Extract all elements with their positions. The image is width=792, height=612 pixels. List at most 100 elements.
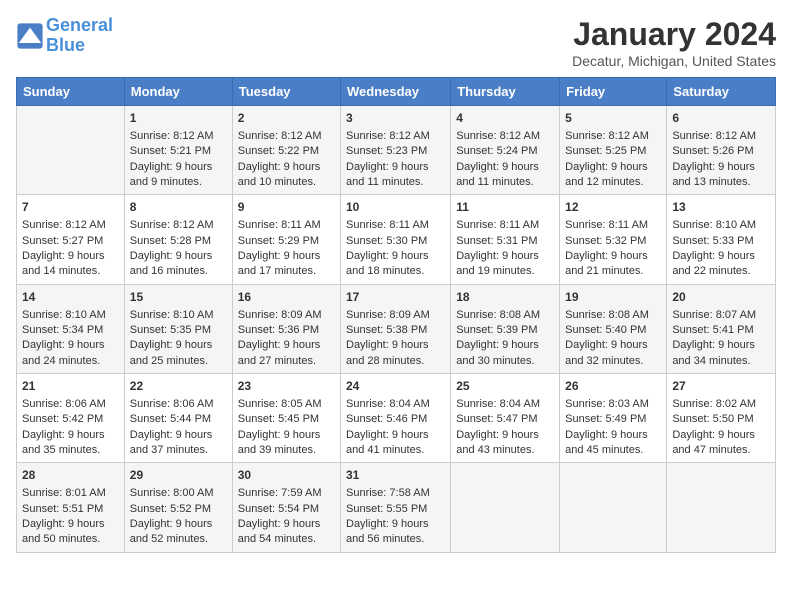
cell-text: Daylight: 9 hours [346, 160, 445, 175]
cell-text: Sunset: 5:34 PM [22, 323, 119, 338]
cell-text: Daylight: 9 hours [238, 160, 335, 175]
cell-text: Daylight: 9 hours [238, 428, 335, 443]
cell-text: Sunset: 5:28 PM [130, 234, 227, 249]
calendar-cell: 11Sunrise: 8:11 AMSunset: 5:31 PMDayligh… [451, 195, 560, 284]
cell-text: and 19 minutes. [456, 264, 554, 279]
day-of-week-header: Tuesday [232, 78, 340, 106]
cell-text: Sunset: 5:44 PM [130, 412, 227, 427]
day-of-week-header: Monday [124, 78, 232, 106]
cell-text: and 35 minutes. [22, 443, 119, 458]
page-header: General Blue January 2024 Decatur, Michi… [16, 16, 776, 69]
cell-text: Sunrise: 8:05 AM [238, 397, 335, 412]
cell-text: Sunset: 5:50 PM [672, 412, 770, 427]
cell-text: Sunset: 5:55 PM [346, 502, 445, 517]
cell-text: and 43 minutes. [456, 443, 554, 458]
day-number: 11 [456, 199, 554, 216]
cell-text: Sunset: 5:32 PM [565, 234, 661, 249]
calendar-cell: 13Sunrise: 8:10 AMSunset: 5:33 PMDayligh… [667, 195, 776, 284]
cell-text: and 14 minutes. [22, 264, 119, 279]
day-number: 22 [130, 378, 227, 395]
day-number: 13 [672, 199, 770, 216]
cell-text: Sunrise: 8:00 AM [130, 486, 227, 501]
day-number: 14 [22, 289, 119, 306]
calendar-cell [451, 463, 560, 552]
cell-text: Sunset: 5:30 PM [346, 234, 445, 249]
cell-text: Sunset: 5:36 PM [238, 323, 335, 338]
cell-text: Daylight: 9 hours [238, 338, 335, 353]
calendar-cell: 2Sunrise: 8:12 AMSunset: 5:22 PMDaylight… [232, 106, 340, 195]
calendar-cell: 8Sunrise: 8:12 AMSunset: 5:28 PMDaylight… [124, 195, 232, 284]
cell-text: and 32 minutes. [565, 354, 661, 369]
calendar-cell: 3Sunrise: 8:12 AMSunset: 5:23 PMDaylight… [341, 106, 451, 195]
logo-line2: Blue [46, 35, 85, 55]
cell-text: Daylight: 9 hours [130, 428, 227, 443]
cell-text: Daylight: 9 hours [238, 249, 335, 264]
day-number: 5 [565, 110, 661, 127]
day-number: 2 [238, 110, 335, 127]
day-of-week-header: Saturday [667, 78, 776, 106]
day-number: 23 [238, 378, 335, 395]
cell-text: and 54 minutes. [238, 532, 335, 547]
day-number: 1 [130, 110, 227, 127]
cell-text: Sunset: 5:49 PM [565, 412, 661, 427]
cell-text: Daylight: 9 hours [346, 249, 445, 264]
cell-text: Daylight: 9 hours [456, 160, 554, 175]
cell-text: and 45 minutes. [565, 443, 661, 458]
day-number: 8 [130, 199, 227, 216]
cell-text: Sunset: 5:25 PM [565, 144, 661, 159]
cell-text: Daylight: 9 hours [672, 428, 770, 443]
cell-text: Sunset: 5:54 PM [238, 502, 335, 517]
cell-text: Sunrise: 8:12 AM [238, 129, 335, 144]
calendar-cell: 30Sunrise: 7:59 AMSunset: 5:54 PMDayligh… [232, 463, 340, 552]
cell-text: Daylight: 9 hours [130, 338, 227, 353]
cell-text: Sunset: 5:24 PM [456, 144, 554, 159]
cell-text: Sunset: 5:38 PM [346, 323, 445, 338]
cell-text: Sunset: 5:52 PM [130, 502, 227, 517]
cell-text: Sunrise: 8:12 AM [22, 218, 119, 233]
cell-text: Sunset: 5:47 PM [456, 412, 554, 427]
cell-text: and 12 minutes. [565, 175, 661, 190]
day-of-week-header: Thursday [451, 78, 560, 106]
cell-text: and 24 minutes. [22, 354, 119, 369]
calendar-cell: 26Sunrise: 8:03 AMSunset: 5:49 PMDayligh… [560, 374, 667, 463]
calendar-cell: 15Sunrise: 8:10 AMSunset: 5:35 PMDayligh… [124, 284, 232, 373]
calendar-cell: 22Sunrise: 8:06 AMSunset: 5:44 PMDayligh… [124, 374, 232, 463]
page-container: General Blue January 2024 Decatur, Michi… [0, 0, 792, 563]
cell-text: Sunset: 5:42 PM [22, 412, 119, 427]
cell-text: Sunrise: 8:10 AM [672, 218, 770, 233]
cell-text: and 10 minutes. [238, 175, 335, 190]
cell-text: Sunrise: 8:03 AM [565, 397, 661, 412]
cell-text: Sunrise: 8:08 AM [456, 308, 554, 323]
calendar-cell: 19Sunrise: 8:08 AMSunset: 5:40 PMDayligh… [560, 284, 667, 373]
cell-text: and 9 minutes. [130, 175, 227, 190]
cell-text: and 21 minutes. [565, 264, 661, 279]
cell-text: Sunrise: 8:09 AM [238, 308, 335, 323]
cell-text: Sunset: 5:41 PM [672, 323, 770, 338]
cell-text: Sunrise: 8:12 AM [346, 129, 445, 144]
calendar-header-row: SundayMondayTuesdayWednesdayThursdayFrid… [17, 78, 776, 106]
cell-text: and 37 minutes. [130, 443, 227, 458]
cell-text: and 17 minutes. [238, 264, 335, 279]
cell-text: Sunset: 5:21 PM [130, 144, 227, 159]
cell-text: and 11 minutes. [456, 175, 554, 190]
calendar-week-row: 21Sunrise: 8:06 AMSunset: 5:42 PMDayligh… [17, 374, 776, 463]
day-number: 25 [456, 378, 554, 395]
calendar-cell: 23Sunrise: 8:05 AMSunset: 5:45 PMDayligh… [232, 374, 340, 463]
cell-text: Sunset: 5:31 PM [456, 234, 554, 249]
cell-text: Sunrise: 8:04 AM [346, 397, 445, 412]
calendar-cell [560, 463, 667, 552]
cell-text: Daylight: 9 hours [672, 249, 770, 264]
cell-text: and 34 minutes. [672, 354, 770, 369]
calendar-cell: 6Sunrise: 8:12 AMSunset: 5:26 PMDaylight… [667, 106, 776, 195]
cell-text: Daylight: 9 hours [130, 249, 227, 264]
cell-text: Sunset: 5:27 PM [22, 234, 119, 249]
cell-text: Sunrise: 8:12 AM [456, 129, 554, 144]
cell-text: Sunrise: 8:12 AM [565, 129, 661, 144]
cell-text: and 30 minutes. [456, 354, 554, 369]
day-number: 10 [346, 199, 445, 216]
logo-line1: General [46, 15, 113, 35]
calendar-week-row: 28Sunrise: 8:01 AMSunset: 5:51 PMDayligh… [17, 463, 776, 552]
day-number: 21 [22, 378, 119, 395]
calendar-cell: 21Sunrise: 8:06 AMSunset: 5:42 PMDayligh… [17, 374, 125, 463]
cell-text: Sunrise: 7:59 AM [238, 486, 335, 501]
